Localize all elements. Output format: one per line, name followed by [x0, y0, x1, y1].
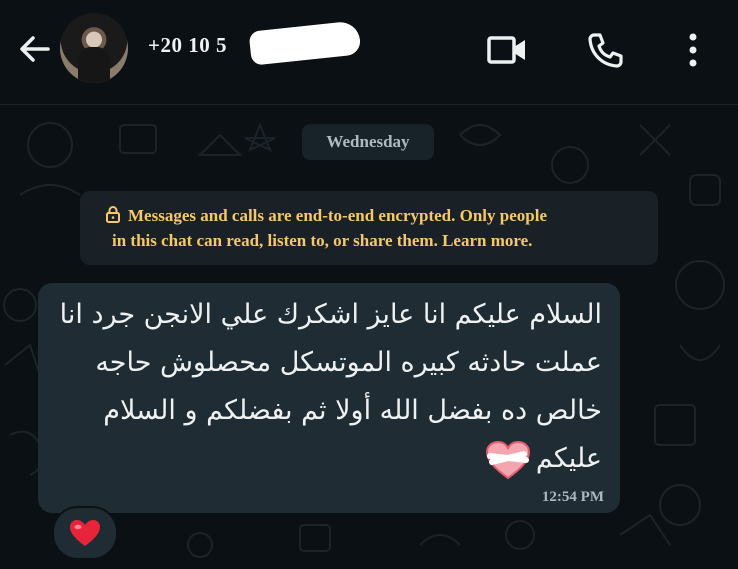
contact-name[interactable]: +20 10 5 — [148, 33, 227, 58]
encryption-notice[interactable]: Messages and calls are end-to-end encryp… — [80, 191, 658, 265]
more-options-button[interactable] — [672, 30, 714, 70]
date-chip: Wednesday — [302, 124, 434, 160]
chat-header: +20 10 5 — [0, 0, 738, 105]
incoming-message-bubble[interactable]: السلام عليكم انا عايز اشكرك علي الانجن ج… — [38, 283, 620, 513]
red-heart-icon — [70, 520, 100, 546]
message-timestamp: 12:54 PM — [541, 489, 604, 505]
video-call-button[interactable] — [486, 30, 528, 70]
phone-icon — [588, 33, 623, 68]
message-reaction[interactable] — [52, 506, 118, 560]
redaction-mark — [248, 20, 362, 66]
mending-heart-emoji-icon — [484, 440, 532, 480]
contact-avatar[interactable] — [60, 13, 128, 83]
lock-icon — [104, 205, 122, 223]
video-camera-icon — [487, 36, 525, 64]
encryption-notice-line1: Messages and calls are end-to-end encryp… — [128, 206, 548, 225]
arrow-left-icon — [20, 36, 50, 62]
back-button[interactable] — [16, 30, 54, 68]
more-vertical-icon — [689, 33, 697, 67]
voice-call-button[interactable] — [584, 30, 626, 70]
message-text-block: السلام عليكم انا عايز اشكرك علي الانجن ج… — [42, 291, 602, 483]
encryption-notice-line2: in this chat can read, listen to, or sha… — [112, 231, 533, 250]
